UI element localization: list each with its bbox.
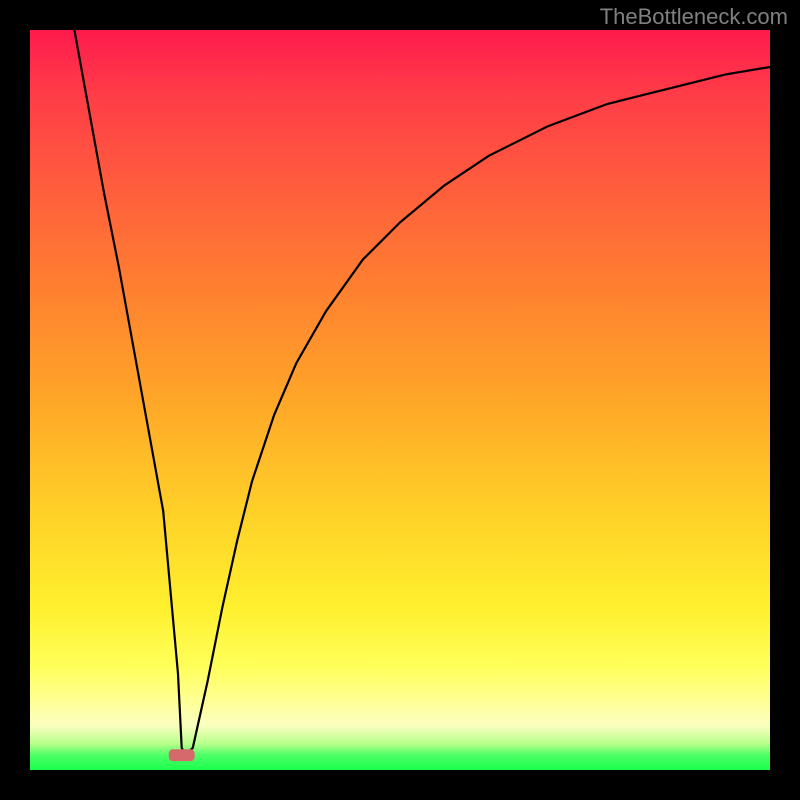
watermark-text: TheBottleneck.com [600,4,788,30]
bottleneck-curve [74,30,770,755]
chart-frame: TheBottleneck.com [0,0,800,800]
curve-layer [30,30,770,770]
plot-area [30,30,770,770]
minimum-marker [169,749,195,761]
